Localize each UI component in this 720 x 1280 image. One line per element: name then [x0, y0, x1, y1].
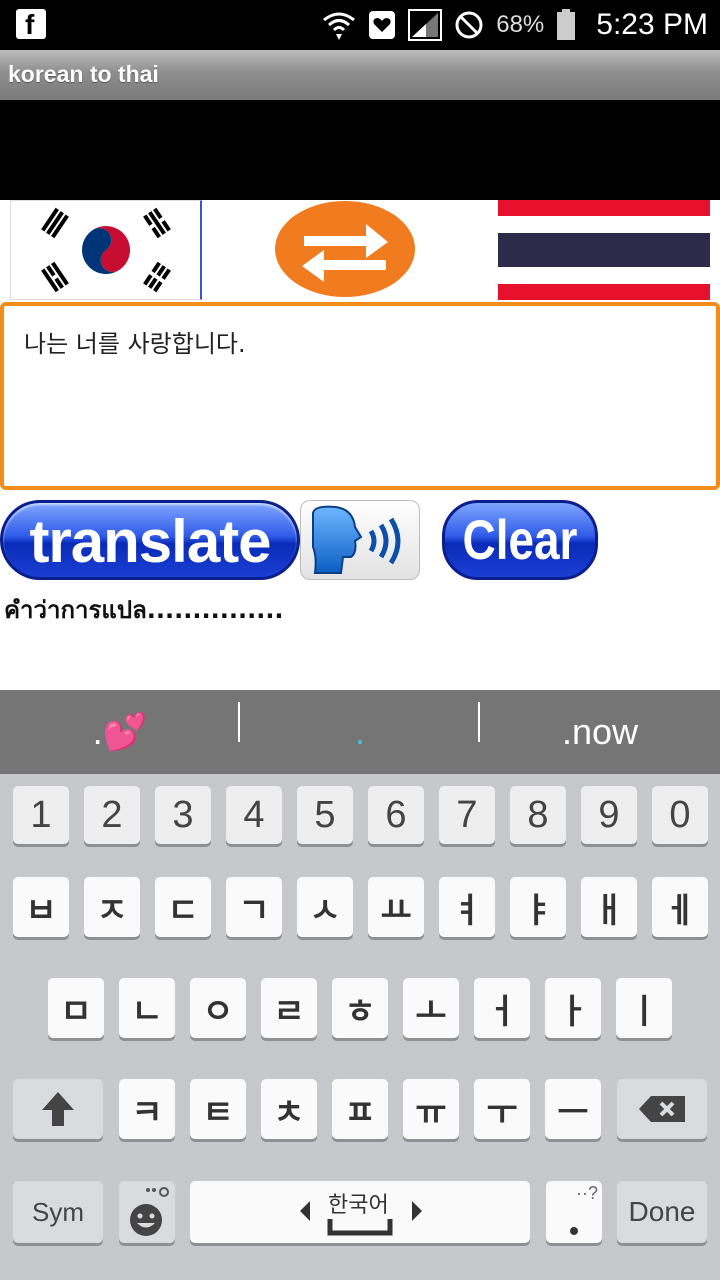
space-bar-icon: [327, 1219, 393, 1236]
battery-percent: 68%: [496, 11, 545, 38]
key-eu[interactable]: ㅡ: [545, 1079, 601, 1139]
clear-button-label: Clear: [462, 508, 578, 571]
thailand-flag-image: [498, 200, 710, 300]
source-text-input[interactable]: 나는 너를 사랑합니다.: [0, 302, 720, 490]
key-9[interactable]: 9: [581, 786, 637, 844]
suggestion-right[interactable]: .now: [480, 690, 720, 774]
key-u[interactable]: ㅜ: [474, 1079, 530, 1139]
key-5[interactable]: 5: [297, 786, 353, 844]
backspace-key[interactable]: [617, 1079, 707, 1139]
key-o[interactable]: ㅗ: [403, 978, 459, 1038]
key-nieun[interactable]: ㄴ: [119, 978, 175, 1038]
punctuation-hint: ··?: [576, 1183, 598, 1203]
key-bieup[interactable]: ㅂ: [13, 877, 69, 937]
chevron-left-icon: [300, 1201, 310, 1221]
facebook-icon: f: [16, 9, 46, 40]
heart-icon: [369, 11, 396, 39]
space-key[interactable]: 한국어: [190, 1181, 530, 1243]
suggestion-middle[interactable]: .: [240, 690, 480, 774]
translate-button[interactable]: translate: [0, 500, 300, 580]
key-a[interactable]: ㅏ: [545, 978, 601, 1038]
status-icons: 68% 5:23 PM: [322, 0, 708, 50]
key-ya[interactable]: ㅑ: [510, 877, 566, 937]
language-label: 한국어: [328, 1193, 389, 1218]
shift-key[interactable]: [13, 1079, 103, 1139]
sym-key-label: Sym: [32, 1196, 84, 1227]
emoji-settings-icon: [130, 1187, 169, 1236]
key-digeut[interactable]: ㄷ: [155, 877, 211, 937]
title-bar: korean to thai: [0, 50, 720, 100]
shift-icon: [42, 1092, 74, 1126]
key-i[interactable]: ㅣ: [616, 978, 672, 1038]
key-mieum[interactable]: ㅁ: [48, 978, 104, 1038]
translation-result: คำว่าการแปล...............: [4, 596, 284, 624]
key-8[interactable]: 8: [510, 786, 566, 844]
keyboard: 1 2 3 4 5 6 7 8 9 0 ㅂ ㅈ ㄷ ㄱ ㅅ ㅛ ㅕ ㅑ ㅐ ㅔ …: [0, 774, 720, 1280]
speaker-icon: [312, 505, 401, 574]
key-yu[interactable]: ㅠ: [403, 1079, 459, 1139]
key-7[interactable]: 7: [439, 786, 495, 844]
key-kieuk[interactable]: ㅋ: [119, 1079, 175, 1139]
swap-icon: [275, 201, 415, 297]
ad-banner: [0, 100, 720, 200]
korea-flag-image: [41, 207, 171, 293]
swap-language-button[interactable]: [274, 200, 416, 298]
key-0[interactable]: 0: [652, 786, 708, 844]
key-siot[interactable]: ㅅ: [297, 877, 353, 937]
translate-button-label: translate: [29, 508, 271, 575]
key-e[interactable]: ㅔ: [652, 877, 708, 937]
key-ae[interactable]: ㅐ: [581, 877, 637, 937]
do-not-disturb-icon: [455, 11, 483, 39]
key-4[interactable]: 4: [226, 786, 282, 844]
key-ieung[interactable]: ㅇ: [190, 978, 246, 1038]
screen: { "status_bar": { "battery_percent": "68…: [0, 0, 720, 1280]
suggestion-bar: .💕 . .now: [0, 690, 720, 774]
key-yo[interactable]: ㅛ: [368, 877, 424, 937]
period-icon: [570, 1227, 578, 1235]
key-tieut[interactable]: ㅌ: [190, 1079, 246, 1139]
key-2[interactable]: 2: [84, 786, 140, 844]
chevron-right-icon: [412, 1201, 422, 1221]
key-giyeok[interactable]: ㄱ: [226, 877, 282, 937]
key-chieut[interactable]: ㅊ: [261, 1079, 317, 1139]
status-bar: f 68% 5:23 PM: [0, 0, 720, 50]
done-key-label: Done: [628, 1196, 696, 1227]
key-jieut[interactable]: ㅈ: [84, 877, 140, 937]
app-title: korean to thai: [8, 61, 159, 87]
period-key[interactable]: ··?: [546, 1181, 602, 1243]
key-1[interactable]: 1: [13, 786, 69, 844]
thailand-flag[interactable]: [498, 200, 710, 300]
battery-icon: [557, 9, 576, 40]
key-yeo[interactable]: ㅕ: [439, 877, 495, 937]
source-text-value: 나는 너를 사랑합니다.: [24, 330, 246, 358]
key-pieup[interactable]: ㅍ: [332, 1079, 388, 1139]
clear-button[interactable]: Clear: [442, 500, 598, 580]
clock: 5:23 PM: [596, 8, 708, 41]
speak-button[interactable]: [300, 500, 420, 580]
key-eo[interactable]: ㅓ: [474, 978, 530, 1038]
key-3[interactable]: 3: [155, 786, 211, 844]
key-rieul[interactable]: ㄹ: [261, 978, 317, 1038]
suggestion-left[interactable]: .💕: [0, 690, 240, 774]
wifi-icon: [323, 12, 356, 40]
key-6[interactable]: 6: [368, 786, 424, 844]
key-hieut[interactable]: ㅎ: [332, 978, 388, 1038]
emoji-key[interactable]: [119, 1181, 175, 1243]
signal-icon: [408, 9, 443, 41]
backspace-icon: [639, 1096, 685, 1122]
done-key[interactable]: Done: [617, 1181, 707, 1243]
sym-key[interactable]: Sym: [13, 1181, 103, 1243]
korea-flag[interactable]: [10, 200, 202, 300]
